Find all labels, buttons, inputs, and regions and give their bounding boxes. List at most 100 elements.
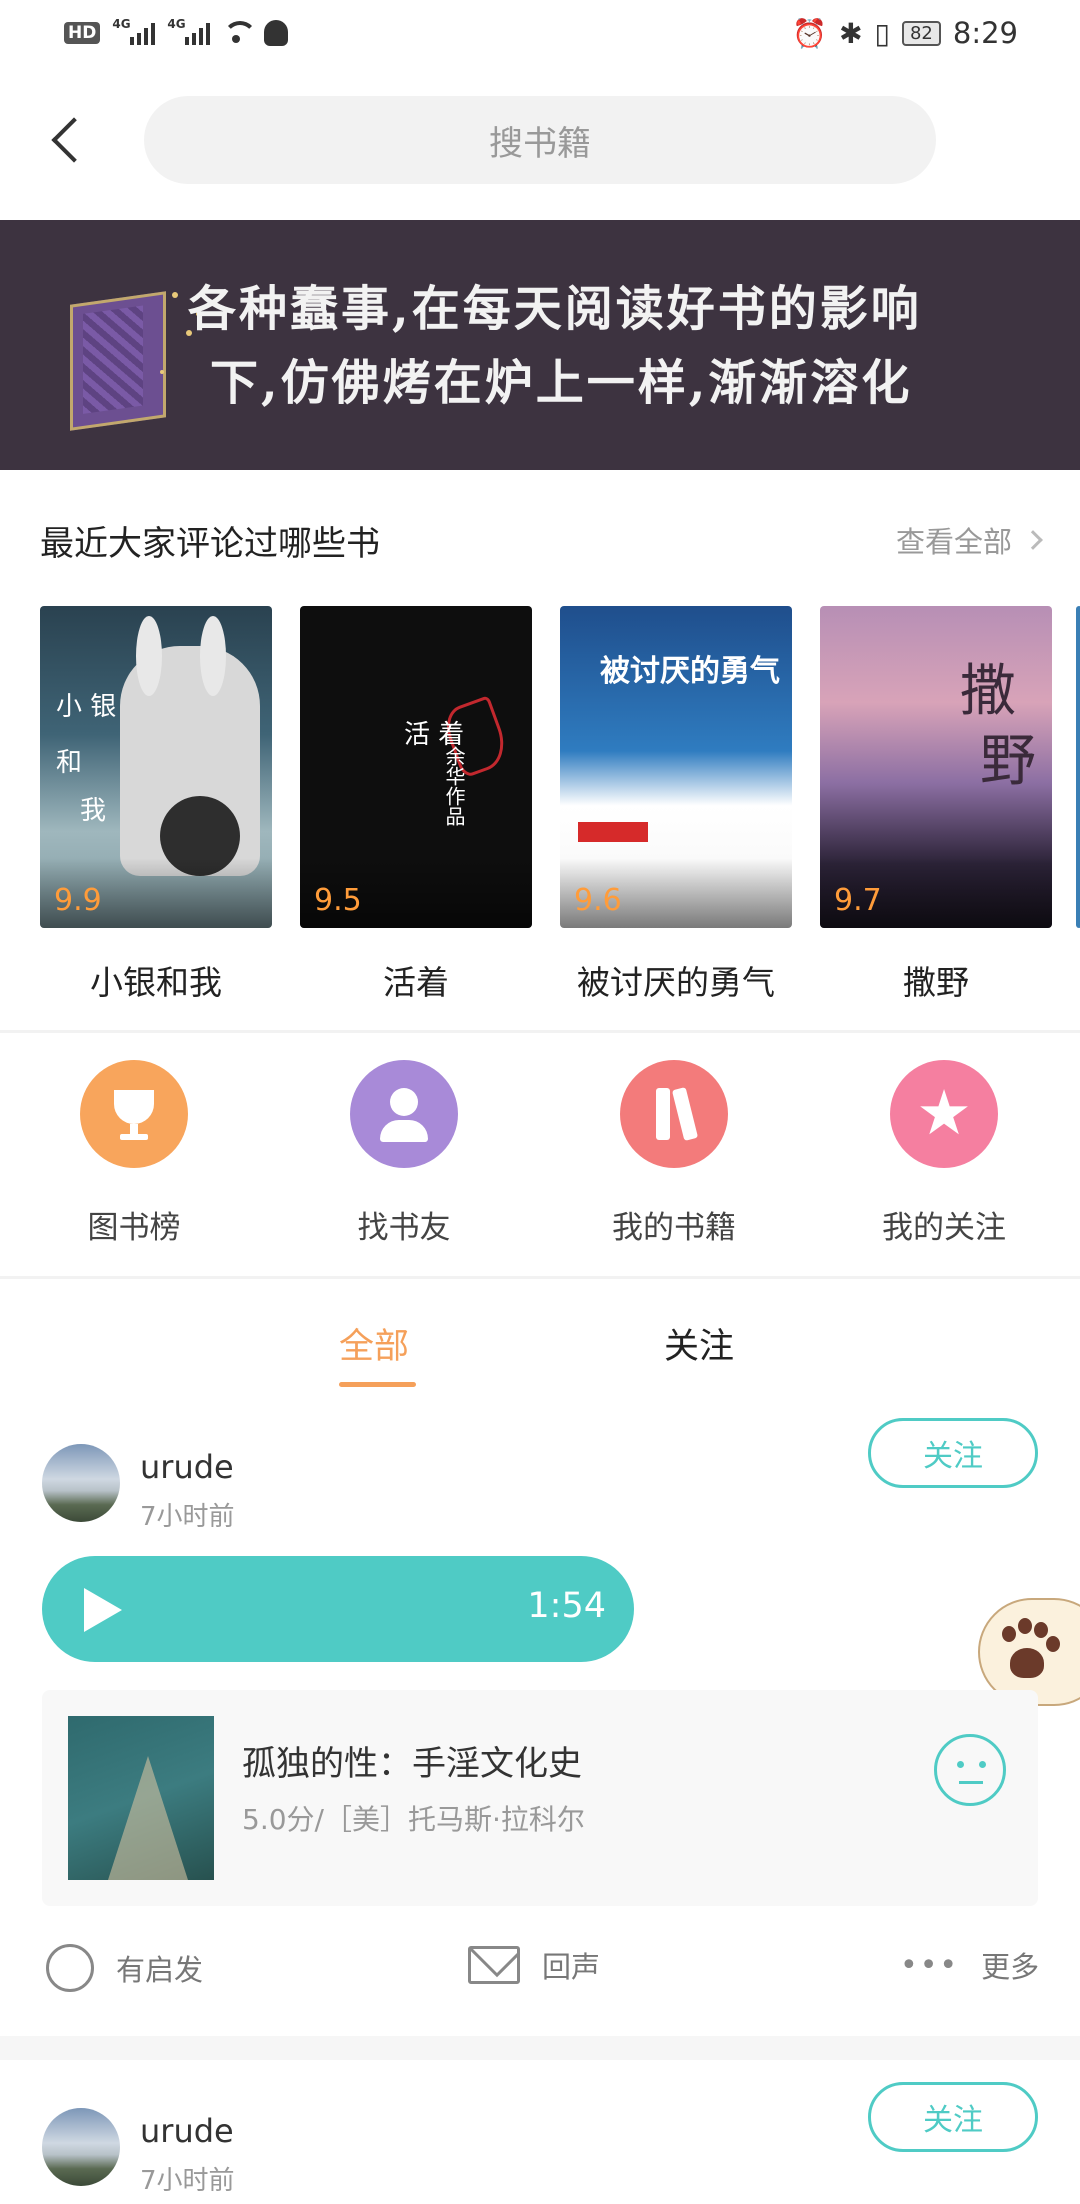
trophy-icon (80, 1060, 188, 1168)
tab-following[interactable]: 关注 (664, 1318, 734, 1369)
quoted-book-title: 孤独的性：手淫文化史 (242, 1744, 582, 1784)
quick-actions: 图书榜 找书友 我的书籍 ★ 我的关注 (0, 1060, 1080, 1250)
reply-label: 回声 (542, 1950, 601, 1984)
sim1-network-label: 4G (112, 17, 131, 31)
action-label: 找书友 (357, 1210, 451, 1246)
hd-badge: HD (64, 22, 101, 44)
audio-duration: 1:54 (527, 1586, 606, 1626)
feed-tabs: 全部 关注 (0, 1300, 1080, 1390)
post-username[interactable]: urude (140, 2112, 234, 2150)
wifi-icon (222, 21, 258, 45)
play-icon[interactable] (84, 1588, 122, 1632)
follow-button[interactable]: 关注 (868, 1418, 1038, 1488)
book-title: 活着 (383, 963, 449, 1002)
friend-body (380, 1120, 428, 1142)
paw-icon (1010, 1648, 1044, 1678)
sparkle-decoration (172, 292, 178, 298)
action-my-books[interactable]: 我的书籍 (574, 1060, 774, 1247)
book-score: 9.6 (574, 883, 622, 918)
cover-text: 小 银 (56, 692, 117, 722)
book-title: 小银和我 (90, 963, 222, 1002)
paw-toe (1034, 1622, 1048, 1638)
banner-quote: 各种蠢事,在每天阅读好书的影响 下,仿佛烤在炉上一样,渐渐溶化 (188, 272, 922, 420)
action-my-following[interactable]: ★ 我的关注 (844, 1060, 1044, 1247)
star-icon: ★ (890, 1060, 998, 1168)
signal-icon-sim2: 4G (167, 17, 211, 45)
book-spine (656, 1088, 670, 1140)
cover-text: 撒 (960, 659, 1016, 724)
action-book-ranking[interactable]: 图书榜 (34, 1060, 234, 1247)
more-label: 更多 (981, 1950, 1040, 1984)
bluetooth-icon: ✱ (839, 16, 863, 50)
book-cover: 被讨厌的勇气 9.6 (560, 606, 792, 928)
section-divider (0, 1030, 1080, 1033)
action-label: 我的书籍 (612, 1210, 736, 1246)
trophy-base (120, 1134, 148, 1140)
post-time: 7小时前 (140, 2166, 235, 2196)
book-title: 撒野 (903, 963, 969, 1002)
search-input[interactable]: 搜书籍 (144, 96, 936, 184)
face-eye (957, 1761, 964, 1768)
vibrate-icon: ▯ (874, 16, 890, 50)
see-all-label: 查看全部 (895, 525, 1012, 559)
banner-line-2: 下,仿佛烤在炉上一样,渐渐溶化 (210, 355, 913, 411)
banner[interactable]: 各种蠢事,在每天阅读好书的影响 下,仿佛烤在炉上一样,渐渐溶化 (0, 220, 1080, 470)
red-sticker (578, 822, 648, 842)
inspire-label: 有启发 (116, 1953, 204, 1987)
chevron-right-icon (1023, 530, 1043, 550)
trophy-stem (130, 1124, 138, 1134)
book-card-partial[interactable] (1076, 606, 1080, 928)
see-all-link[interactable]: 查看全部 (895, 519, 1043, 561)
face-mouth (959, 1781, 983, 1784)
follow-button[interactable]: 关注 (868, 2082, 1038, 2152)
tab-all[interactable]: 全部 (339, 1318, 409, 1369)
cover-text: 我 (80, 796, 107, 826)
paw-toe (1046, 1636, 1060, 1652)
cover-text: 余华作品 (442, 746, 466, 826)
post-separator (0, 2036, 1080, 2060)
quoted-book-card[interactable]: 孤独的性：手淫文化史 5.0分/［美］托马斯·拉科尔 (42, 1690, 1038, 1906)
avatar[interactable] (42, 1444, 120, 1522)
post-time: 7小时前 (140, 1502, 235, 1532)
neutral-face-icon (934, 1734, 1006, 1806)
book-cover: 撒 野 9.7 (820, 606, 1052, 928)
battery-icon: 82 (901, 20, 941, 46)
book-card[interactable]: 活 着 余华作品 9.5 活着 (300, 606, 532, 1004)
recent-section-title: 最近大家评论过哪些书 (40, 523, 380, 564)
post-username[interactable]: urude (140, 1448, 234, 1486)
book-card[interactable]: 小 银 和 我 9.9 小银和我 (40, 606, 272, 1004)
book-card[interactable]: 被讨厌的勇气 9.6 被讨厌的勇气 (560, 606, 792, 1004)
donkey-ear (200, 616, 226, 696)
status-left: HD 4G 4G (64, 17, 289, 46)
status-bar: HD 4G 4G ⏰ ✱ ▯ 82 8:29 (0, 0, 1080, 66)
post-actions: 有启发 回声 ••• 更多 (0, 1944, 1080, 2004)
book-cover (1076, 606, 1080, 928)
back-icon[interactable] (44, 110, 88, 170)
book-title: 被讨厌的勇气 (577, 963, 775, 1002)
banner-book-illustration (70, 291, 166, 431)
more-button[interactable]: ••• 更多 (900, 1944, 1039, 1986)
quoted-book-cover (68, 1716, 214, 1880)
sparkle-decoration (160, 370, 164, 374)
recent-books-row: 小 银 和 我 9.9 小银和我 活 着 余华作品 9.5 活着 被讨厌的勇气 … (40, 606, 1080, 1006)
cover-text: 被讨厌的勇气 (600, 654, 780, 689)
book-card[interactable]: 撒 野 9.7 撒野 (820, 606, 1052, 1004)
audio-player[interactable]: 1:54 (42, 1556, 634, 1662)
avatar[interactable] (42, 2108, 120, 2186)
star-glyph: ★ (916, 1076, 972, 1149)
more-dots-icon: ••• (900, 1947, 960, 1983)
book-score: 9.7 (834, 883, 882, 918)
inspire-button[interactable]: 有启发 (46, 1944, 203, 1992)
sim2-network-label: 4G (167, 17, 186, 31)
reply-button[interactable]: 回声 (468, 1944, 600, 1986)
header: 搜书籍 (0, 66, 1080, 220)
books-icon (620, 1060, 728, 1168)
book-spine (671, 1087, 699, 1141)
friends-icon (350, 1060, 458, 1168)
banner-line-1: 各种蠢事,在每天阅读好书的影响 (188, 281, 922, 337)
action-find-friends[interactable]: 找书友 (304, 1060, 504, 1247)
donkey-ear (136, 616, 162, 696)
signal-icon-sim1: 4G (112, 17, 156, 45)
section-divider (0, 1276, 1080, 1279)
paw-toe (1002, 1626, 1016, 1642)
